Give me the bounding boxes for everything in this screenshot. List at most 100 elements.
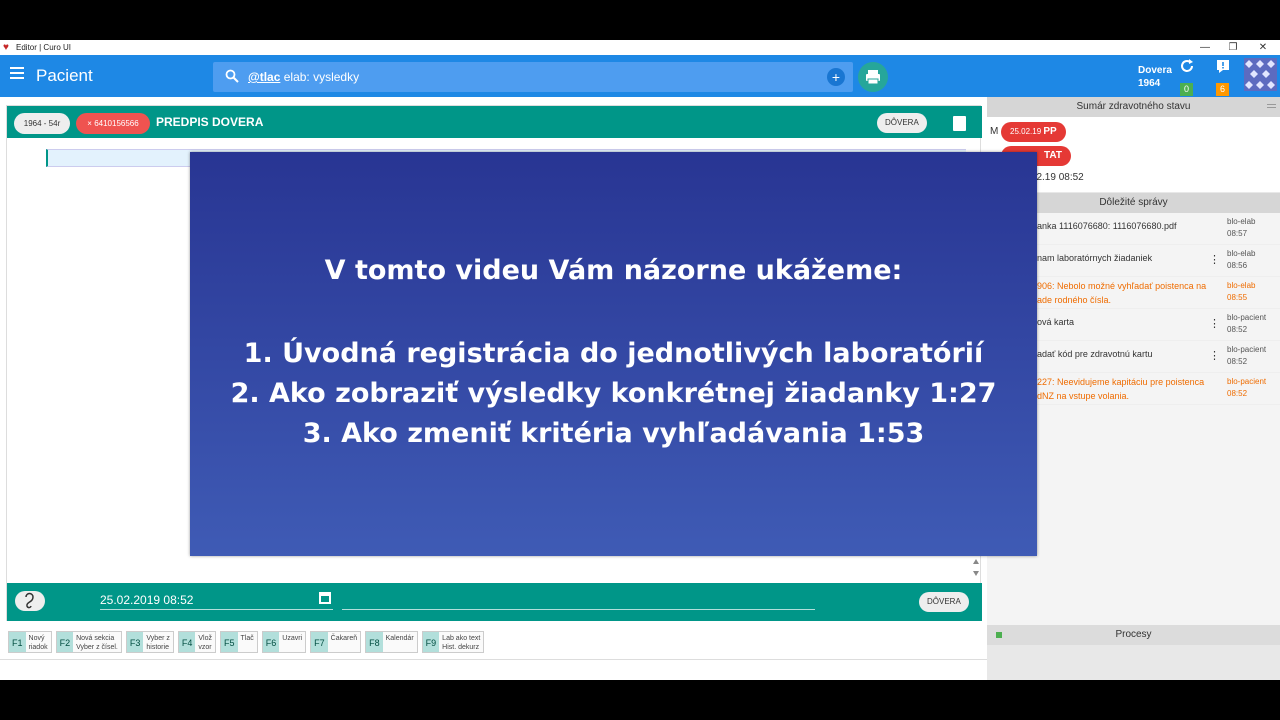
- user-info[interactable]: Dovera 1964: [1138, 64, 1172, 90]
- fkey-key: F2: [56, 632, 74, 652]
- summary-chip-pp[interactable]: 25.02.19 PP: [1001, 122, 1066, 142]
- search-input[interactable]: @tlac elab: vysledky: [248, 70, 359, 84]
- fkey-label: Vlož vzor: [198, 635, 213, 651]
- print-button[interactable]: [858, 62, 888, 92]
- processes-title: Procesy: [1115, 629, 1152, 640]
- fkey-label: Vyber z historie: [146, 635, 170, 651]
- drag-handle-icon[interactable]: [1267, 104, 1276, 108]
- fkey-f4[interactable]: F4 Vlož vzor: [177, 631, 217, 653]
- search-bar[interactable]: @tlac elab: vysledky +: [213, 62, 853, 92]
- app-logo-icon: ♥: [3, 41, 9, 53]
- message-source: blo-pacient 08:52: [1227, 313, 1267, 334]
- footer-insurer-button[interactable]: DÔVERA: [919, 592, 969, 612]
- menu-icon[interactable]: [10, 67, 24, 81]
- note-field[interactable]: [342, 609, 815, 610]
- user-year: 1964: [1138, 78, 1161, 89]
- app-window: ♥ Editor | Curo UI — ❐ ✕ Pacient @tlac e…: [0, 40, 1280, 680]
- fkey-key: F8: [366, 632, 383, 652]
- fkey-label: Čakareň: [330, 635, 358, 642]
- sync-count-badge: 0: [1180, 83, 1193, 96]
- minimize-button[interactable]: —: [1192, 40, 1218, 55]
- page-title: Pacient: [36, 66, 93, 85]
- date-field-underline: [100, 609, 333, 610]
- close-window-button[interactable]: ✕: [1250, 40, 1276, 55]
- alert-count-badge: 6: [1216, 83, 1229, 96]
- sync-icon: [1181, 59, 1193, 72]
- message-text: nam laboratórnych žiadaniek: [1037, 253, 1153, 263]
- message-text: 227: Neevidujeme kapitáciu pre poistenca…: [1037, 377, 1205, 401]
- fkey-key: F6: [262, 632, 280, 652]
- ear-icon: [25, 592, 34, 609]
- app-bar: Pacient @tlac elab: vysledky + Dovera 19…: [0, 55, 1280, 97]
- video-overlay: V tomto videu Vám názorne ukážeme: 1. Úv…: [190, 152, 1037, 556]
- title-bar: ♥ Editor | Curo UI — ❐ ✕: [0, 40, 1280, 55]
- avatar[interactable]: [1244, 58, 1277, 91]
- more-vert-icon[interactable]: ⋮: [1209, 317, 1220, 330]
- overlay-item: 3. Ako zmeniť kritéria vyhľadávania 1:53: [302, 418, 925, 449]
- fkey-f6[interactable]: F6 Uzavri: [261, 631, 307, 653]
- fkey-label: Kalendár: [385, 635, 414, 642]
- maximize-button[interactable]: ❐: [1220, 40, 1246, 55]
- fkey-f2[interactable]: F2 Nová sekcia Vyber z čísel.: [55, 631, 122, 653]
- more-vert-icon[interactable]: ⋮: [1209, 253, 1220, 266]
- editor-header: 1964 - 54r × 6410156566 PREDPIS DOVERA D…: [7, 106, 982, 138]
- fkey-label: Lab ako text Hist. dekurz: [442, 635, 481, 651]
- fkey-key: F3: [126, 632, 144, 652]
- fkey-f9[interactable]: F9 Lab ako text Hist. dekurz: [421, 631, 485, 653]
- message-source: blo-elab 08:56: [1227, 249, 1256, 270]
- overlay-heading: V tomto videu Vám názorne ukážeme:: [324, 255, 903, 286]
- fkey-key: F7: [311, 632, 328, 652]
- record-date[interactable]: 25.02.2019 08:52: [100, 593, 193, 607]
- patient-id-chip[interactable]: × 6410156566: [76, 113, 150, 134]
- overlay-item: 2. Ako zobraziť výsledky konkrétnej žiad…: [230, 378, 997, 409]
- printer-icon: [866, 70, 880, 85]
- hearing-button[interactable]: [15, 591, 45, 611]
- editor-title: PREDPIS DOVERA: [156, 115, 264, 129]
- message-alert-icon: [1217, 60, 1229, 73]
- fkey-key: F4: [178, 632, 196, 652]
- fkey-key: F9: [422, 632, 440, 652]
- alerts-status[interactable]: 6: [1215, 58, 1231, 96]
- add-button[interactable]: +: [827, 68, 845, 86]
- divider: [0, 659, 987, 660]
- fkey-label: Nový riadok: [28, 635, 48, 651]
- window-title: Editor | Curo UI: [16, 43, 71, 52]
- fkey-label: Tlač: [240, 635, 254, 642]
- processes-header[interactable]: Procesy: [987, 625, 1280, 645]
- fkey-f8[interactable]: F8 Kalendár: [365, 631, 418, 653]
- more-vert-icon[interactable]: ⋮: [1209, 349, 1220, 362]
- message-source: blo-pacient 08:52: [1227, 377, 1267, 398]
- search-icon: [225, 69, 239, 83]
- overlay-item: 1. Úvodná registrácia do jednotlivých la…: [243, 338, 984, 369]
- message-source: blo-elab 08:55: [1227, 281, 1256, 302]
- editor-footer: 25.02.2019 08:52 DÔVERA: [7, 583, 982, 621]
- avatar-pattern-icon: [1244, 58, 1277, 91]
- fkey-key: F1: [9, 632, 26, 652]
- fkey-key: F5: [221, 632, 238, 652]
- function-key-bar: F1 Nový riadok F2 Nová sekcia Vyber z čísel…: [8, 631, 488, 655]
- sync-status[interactable]: 0: [1179, 58, 1195, 96]
- message-text: 906: Nebolo možné vyhľadať poistenca na …: [1037, 281, 1207, 305]
- message-text: adať kód pre zdravotnú kartu: [1037, 349, 1153, 359]
- fkey-f7[interactable]: F7 Čakareň: [310, 631, 362, 653]
- message-source: blo-pacient 08:52: [1227, 345, 1267, 366]
- clipboard-icon[interactable]: [953, 116, 966, 131]
- search-command: @tlac: [248, 70, 281, 84]
- patient-age-chip[interactable]: 1964 - 54r: [14, 113, 70, 134]
- fkey-label: Uzavri: [282, 635, 303, 642]
- summary-header[interactable]: Sumár zdravotného stavu: [987, 97, 1280, 117]
- message-text: ová karta: [1037, 317, 1075, 327]
- calendar-icon[interactable]: [319, 592, 331, 604]
- status-dot-icon: [996, 632, 1002, 638]
- close-icon[interactable]: ×: [87, 119, 92, 128]
- fkey-f5[interactable]: F5 Tlač: [220, 631, 258, 653]
- insurer-button[interactable]: DÔVERA: [877, 113, 927, 133]
- fkey-f1[interactable]: F1 Nový riadok: [8, 631, 52, 653]
- summary-letter: M: [990, 126, 999, 137]
- message-source: blo-elab 08:57: [1227, 217, 1256, 238]
- user-name: Dovera: [1138, 65, 1172, 76]
- patient-id: 6410156566: [94, 119, 139, 128]
- search-query: elab: vysledky: [280, 70, 360, 84]
- fkey-f3[interactable]: F3 Vyber z historie: [125, 631, 174, 653]
- fkey-label: Nová sekcia Vyber z čísel.: [76, 635, 118, 651]
